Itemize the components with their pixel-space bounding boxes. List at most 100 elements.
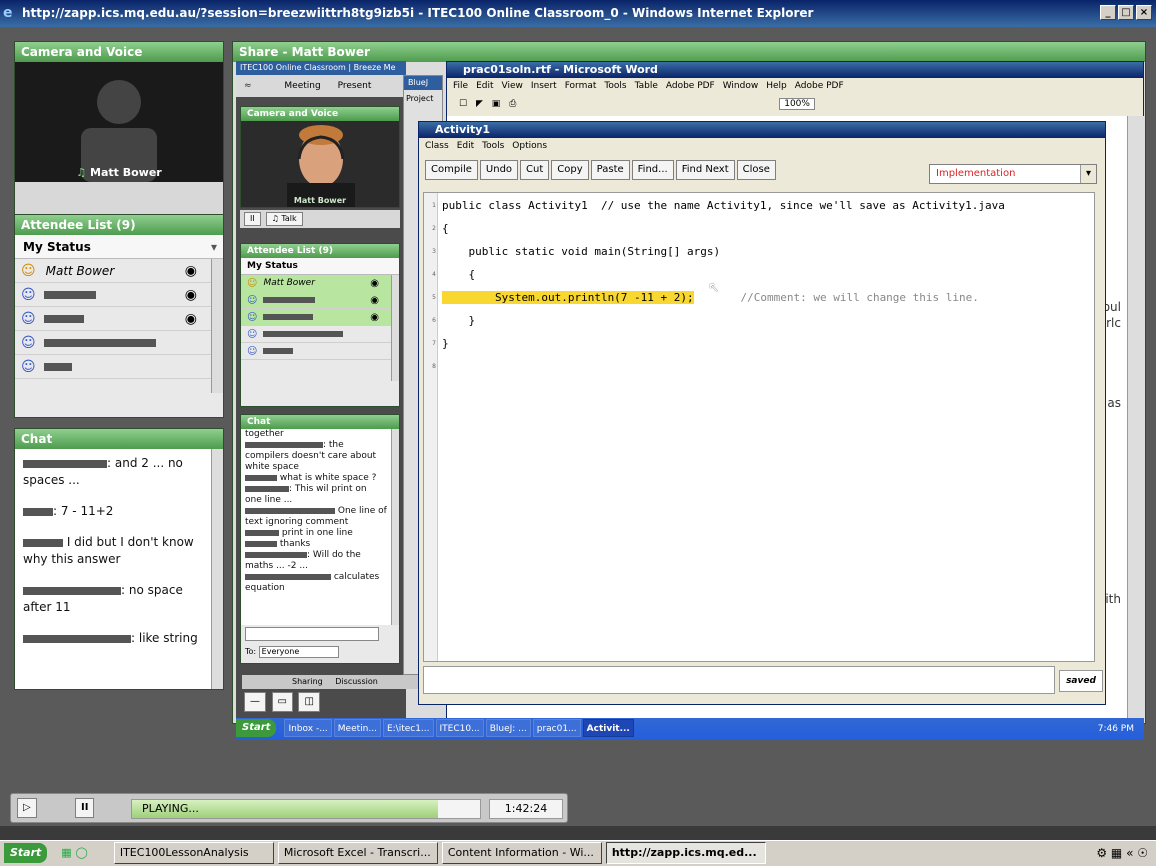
word-menu-item[interactable]: Edit — [476, 81, 493, 91]
menu-present[interactable]: Present — [338, 81, 372, 91]
camera-pod: Camera and Voice ♫ Matt Bower — [14, 41, 224, 221]
chat-scrollbar[interactable] — [211, 449, 223, 689]
zoom-select[interactable]: 100% — [779, 98, 815, 110]
menu-meeting[interactable]: Meeting — [284, 81, 320, 91]
editor-button-cut[interactable]: Cut — [520, 160, 550, 180]
inner-chat-line: One line of — [245, 506, 389, 517]
presenter-video-icon — [241, 121, 399, 207]
word-menu-item[interactable]: Window — [723, 81, 759, 91]
layout-minimize-icon[interactable]: — — [244, 692, 266, 712]
redacted-sender — [245, 485, 289, 492]
word-menu-item[interactable]: View — [502, 81, 523, 91]
playback-options-icon[interactable]: ▷ — [17, 798, 37, 818]
maximize-button[interactable]: □ — [1118, 5, 1134, 20]
attendee-row[interactable]: ☺ — [15, 331, 211, 355]
code-line: System.out.println(7 -11 + 2); — [442, 291, 694, 304]
inner-attendee-row[interactable]: ☺ ◉ — [241, 292, 391, 309]
editor-button-compile[interactable]: Compile — [425, 160, 478, 180]
taskbar-button[interactable]: http://zapp.ics.mq.ed... — [605, 842, 766, 864]
inner-taskbar-button[interactable]: prac01... — [532, 719, 581, 737]
word-menu-item[interactable]: Table — [635, 81, 658, 91]
word-menu-item[interactable]: Format — [565, 81, 597, 91]
redacted-sender — [245, 529, 279, 536]
chat-pod-title: Chat — [15, 429, 223, 449]
code-editor[interactable]: 1 public class Activity1 // use the name … — [423, 192, 1095, 662]
inner-attendee-row[interactable]: ☺ ◉ — [241, 309, 391, 326]
editor-button-find-next[interactable]: Find Next — [675, 160, 735, 180]
word-menu-item[interactable]: Tools — [604, 81, 626, 91]
layout-single-icon[interactable]: ▭ — [271, 692, 293, 712]
inner-attendee-row[interactable]: ☺ — [241, 343, 391, 360]
start-button[interactable]: Start — [4, 843, 48, 863]
pause-button[interactable]: II — [75, 798, 95, 818]
attendee-row[interactable]: ☺ ◉ — [15, 307, 211, 331]
new-document-icon[interactable]: ☐ — [459, 99, 467, 109]
inner-taskbar-button[interactable]: Inbox -... — [284, 719, 332, 737]
editor-button-paste[interactable]: Paste — [590, 160, 630, 180]
inner-attendee-row[interactable]: ☺ — [241, 326, 391, 343]
layout-split-icon[interactable]: ◫ — [298, 692, 320, 712]
attendee-scrollbar[interactable] — [211, 259, 223, 393]
editor-menu-item[interactable]: Class — [425, 141, 449, 151]
editor-button-copy[interactable]: Copy — [551, 160, 589, 180]
line-number: 1 — [432, 202, 436, 209]
project-menu[interactable]: Project — [404, 90, 442, 107]
attendee-row[interactable]: ☺ Matt Bower ◉ — [15, 259, 211, 283]
taskbar-button[interactable]: Microsoft Excel - Transcri... — [277, 842, 438, 864]
taskbar-button[interactable]: Content Information - Wi... — [441, 842, 602, 864]
inner-chat-line: one line ... — [245, 495, 293, 505]
inner-chat-line: calculates — [245, 572, 389, 583]
inner-chat-line: together — [245, 429, 284, 439]
word-menu-item[interactable]: Adobe PDF — [666, 81, 715, 91]
inner-taskbar-button[interactable]: Meetin... — [333, 719, 381, 737]
save-icon[interactable]: ▣ — [492, 99, 501, 109]
word-scrollbar[interactable] — [1127, 116, 1145, 722]
inner-start-button[interactable]: Start — [236, 719, 277, 737]
open-folder-icon[interactable]: ◤ — [476, 99, 483, 109]
redacted-sender — [245, 507, 335, 514]
inner-taskbar-button[interactable]: BlueJ: ... — [485, 719, 531, 737]
editor-menu-item[interactable]: Tools — [482, 141, 504, 151]
inner-taskbar-button[interactable]: ITEC10... — [435, 719, 484, 737]
pause-icon[interactable]: II — [244, 211, 261, 226]
code-line: public class Activity1 // use the name A… — [442, 199, 1005, 212]
inner-attendee-scrollbar[interactable] — [391, 275, 399, 381]
tab-sharing[interactable]: Sharing — [292, 677, 323, 686]
user-icon: ☺ — [247, 345, 258, 357]
editor-button-find[interactable]: Find... — [631, 160, 674, 180]
inner-to-select[interactable]: To: Everyone — [245, 645, 339, 659]
editor-button-undo[interactable]: Undo — [479, 160, 519, 180]
print-icon[interactable]: ⎙ — [509, 99, 516, 109]
word-menu-item[interactable]: Insert — [531, 81, 557, 91]
talk-button[interactable]: ♫ Talk — [265, 211, 303, 226]
word-menu-item[interactable]: Help — [766, 81, 787, 91]
progress-track[interactable]: PLAYING... — [131, 799, 481, 819]
inner-chat-line: maths ... -2 ... — [245, 561, 308, 571]
inner-attendee-pod: Attendee List (9) My Status ☺ Matt Bower ◉… — [240, 243, 400, 407]
taskbar-button[interactable]: ITEC100LessonAnalysis — [113, 842, 274, 864]
attendee-row[interactable]: ☺ — [15, 355, 211, 379]
word-menu-item[interactable]: Adobe PDF — [795, 81, 844, 91]
inner-status-select[interactable]: My Status — [241, 258, 399, 275]
attendee-row[interactable]: ☺ ◉ — [15, 283, 211, 307]
word-menu-item[interactable]: File — [453, 81, 468, 91]
inner-chat-input[interactable] — [245, 627, 379, 641]
editor-menu-item[interactable]: Edit — [457, 141, 474, 151]
minimize-button[interactable]: _ — [1100, 5, 1116, 20]
mouse-cursor-icon: ↖ — [708, 280, 720, 296]
inner-taskbar-button[interactable]: Activit... — [582, 719, 634, 737]
quick-launch-icon[interactable]: ▦ ◯ — [61, 846, 88, 859]
close-button[interactable]: × — [1136, 5, 1152, 20]
editor-button-close[interactable]: Close — [736, 160, 776, 180]
inner-chat-scrollbar[interactable] — [391, 429, 399, 625]
line-number: 8 — [432, 363, 436, 370]
editor-menu-item[interactable]: Options — [512, 141, 547, 151]
inner-attendee-row[interactable]: ☺ Matt Bower ◉ — [241, 275, 391, 292]
view-select[interactable]: Implementation ▾ — [929, 164, 1097, 184]
inner-taskbar-button[interactable]: E:\itec1... — [382, 719, 434, 737]
my-status-select[interactable]: My Status ▾ — [15, 235, 223, 259]
inner-chat-line: print in one line — [245, 528, 389, 539]
chat-bubble-icon: ◉ — [370, 277, 379, 289]
tab-discussion[interactable]: Discussion — [335, 677, 378, 686]
redacted-name — [43, 290, 96, 299]
